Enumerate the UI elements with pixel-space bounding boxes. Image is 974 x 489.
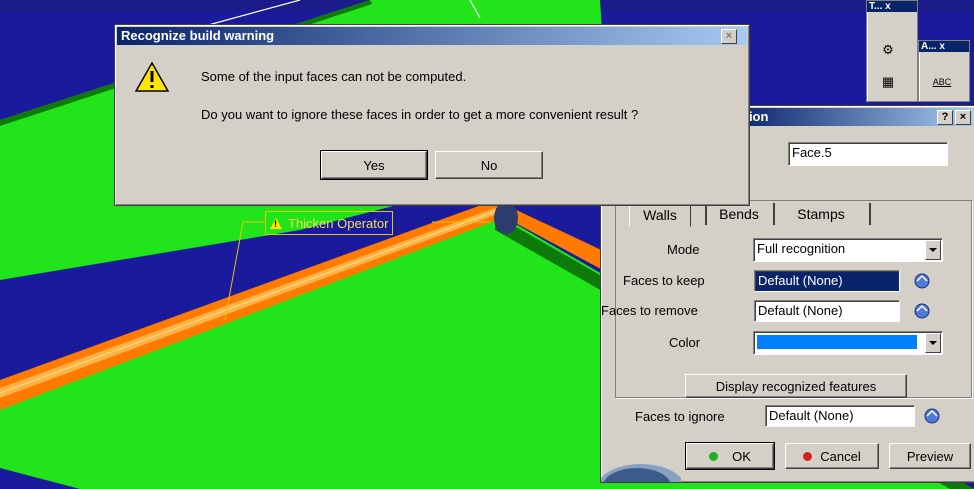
- green-dot-icon: [709, 451, 719, 461]
- yes-button[interactable]: Yes: [320, 150, 428, 180]
- tab-walls[interactable]: Walls: [629, 203, 691, 227]
- chevron-down-icon[interactable]: [925, 333, 941, 353]
- ok-button[interactable]: OK: [685, 442, 775, 470]
- thicken-operator-annotation[interactable]: Thicken Operator: [265, 211, 394, 235]
- ok-label: OK: [732, 448, 751, 464]
- warning-message-line2: Do you want to ignore these faces in ord…: [201, 107, 639, 122]
- pick-icon: [924, 408, 940, 424]
- faces-to-ignore-label: Faces to ignore: [635, 409, 725, 424]
- catia-logo: [601, 464, 681, 482]
- cancel-label: Cancel: [820, 448, 861, 464]
- tab-separator: [773, 203, 775, 225]
- no-button[interactable]: No: [435, 151, 543, 179]
- gear-icon[interactable]: ⚙: [877, 39, 899, 61]
- faces-to-remove-label: Faces to remove: [601, 303, 698, 318]
- annotation-text: Thicken Operator: [288, 215, 389, 231]
- display-recognized-features-button[interactable]: Display recognized features: [685, 374, 907, 398]
- panel-titlebar[interactable]: ition ? ×: [737, 108, 973, 126]
- chevron-down-icon[interactable]: [925, 240, 941, 260]
- warning-icon: [270, 217, 282, 229]
- cancel-button[interactable]: Cancel: [785, 443, 879, 469]
- mode-value: Full recognition: [757, 241, 846, 256]
- color-label: Color: [669, 335, 701, 350]
- toolbar-title: T... x: [867, 1, 917, 12]
- warning-message-line1: Some of the input faces can not be compu…: [201, 69, 467, 84]
- color-dropdown[interactable]: [753, 331, 943, 355]
- tab-separator: [869, 203, 871, 225]
- toolbar-title: A... x: [919, 41, 969, 52]
- pick-icon: [914, 303, 930, 319]
- help-button[interactable]: ?: [937, 110, 953, 125]
- toolbar-annotations[interactable]: A... x ABC: [918, 40, 970, 102]
- faces-to-remove-field[interactable]: Default (None): [754, 300, 900, 322]
- tab-panel: [615, 200, 972, 398]
- preview-button[interactable]: Preview: [889, 443, 971, 469]
- select-faces-icon[interactable]: [921, 406, 943, 426]
- faces-to-keep-field[interactable]: Default (None): [754, 270, 900, 292]
- close-button[interactable]: ×: [721, 29, 737, 44]
- close-button[interactable]: ×: [955, 110, 971, 125]
- faces-to-keep-label: Faces to keep: [623, 273, 705, 288]
- select-faces-icon[interactable]: [911, 301, 933, 321]
- red-dot-icon: [803, 451, 813, 461]
- recognize-build-warning-dialog[interactable]: Recognize build warning × Some of the in…: [114, 24, 750, 206]
- warning-title: Recognize build warning: [121, 28, 275, 43]
- abc-text-icon[interactable]: ABC: [931, 71, 953, 93]
- face-field[interactable]: Face.5: [788, 142, 948, 166]
- select-faces-icon[interactable]: [911, 271, 933, 291]
- warning-titlebar[interactable]: Recognize build warning ×: [117, 27, 747, 45]
- toolbar-tools[interactable]: T... x ⚙ ▦: [866, 0, 918, 102]
- vertex-node: [494, 202, 518, 234]
- warning-icon: [135, 61, 169, 92]
- pick-icon: [914, 273, 930, 289]
- mode-label: Mode: [667, 242, 700, 257]
- color-swatch: [757, 335, 917, 349]
- tab-stamps[interactable]: Stamps: [781, 203, 861, 225]
- grid-icon[interactable]: ▦: [877, 71, 899, 93]
- faces-to-ignore-field[interactable]: Default (None): [765, 405, 915, 427]
- tab-separator: [705, 203, 707, 225]
- tab-bends[interactable]: Bends: [709, 203, 769, 225]
- mode-dropdown[interactable]: Full recognition: [753, 238, 943, 262]
